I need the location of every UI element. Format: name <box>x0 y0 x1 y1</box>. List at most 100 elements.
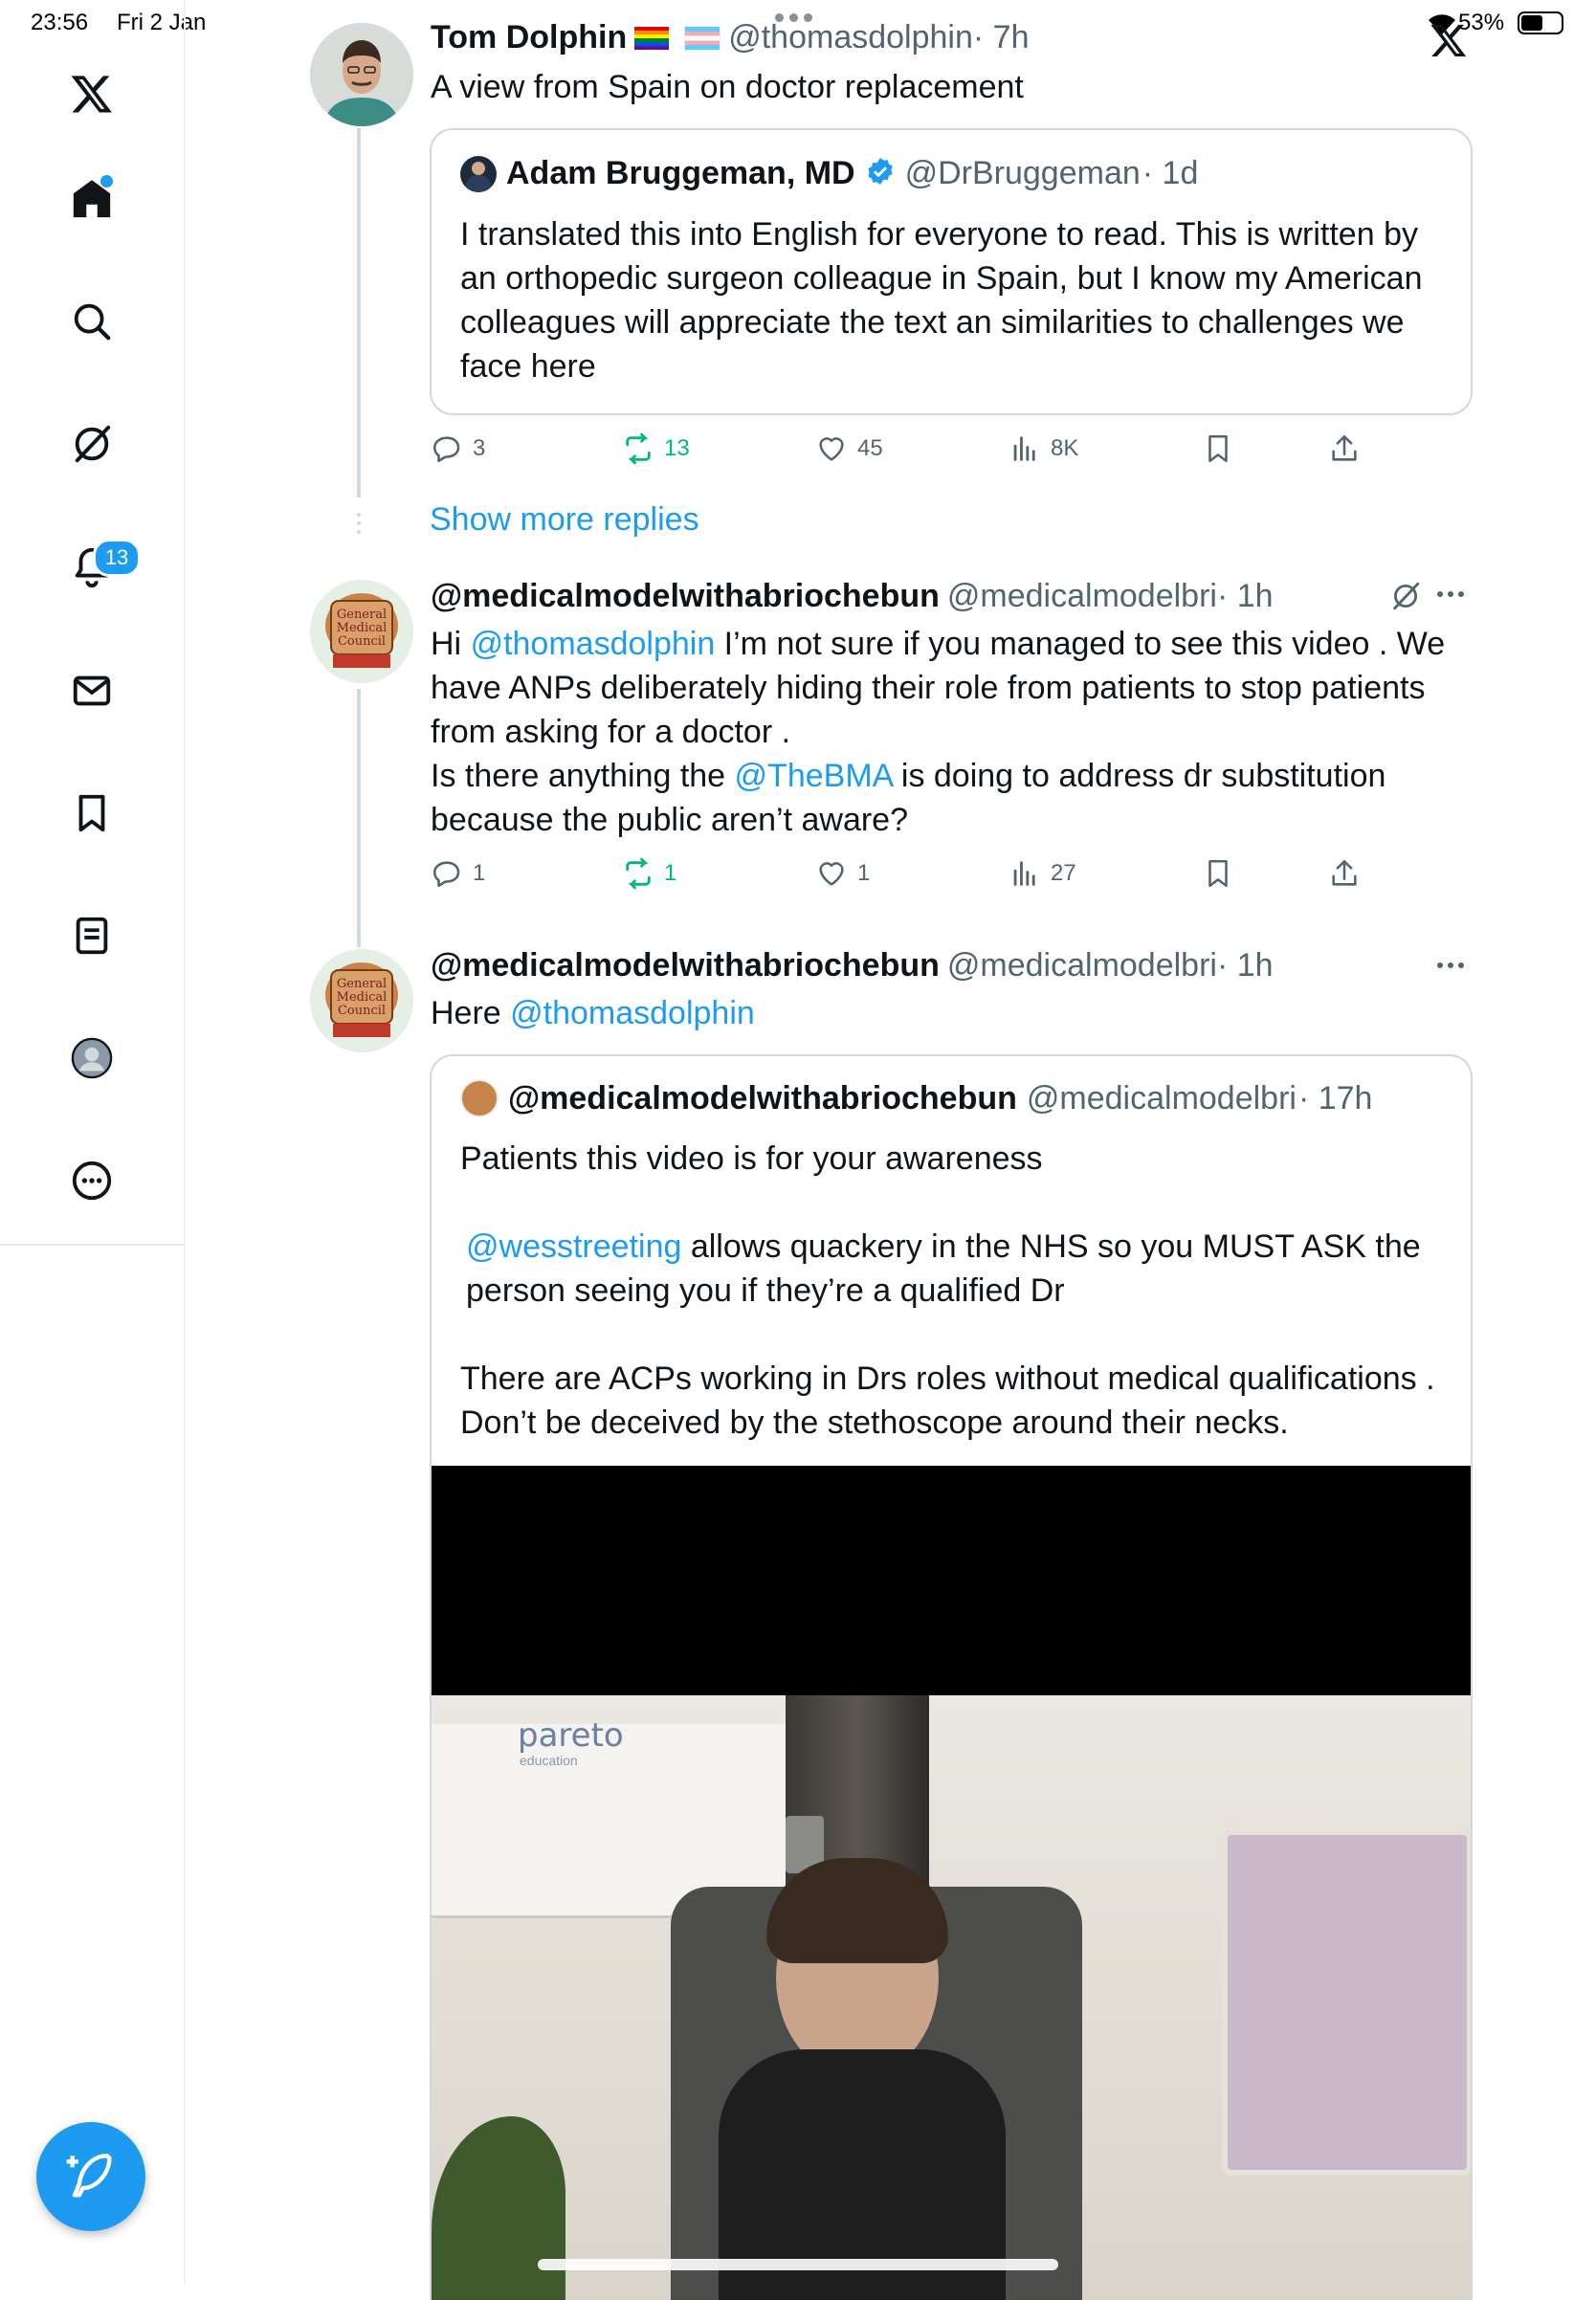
show-more-replies-link[interactable]: Show more replies <box>430 501 699 539</box>
notification-badge: 13 <box>93 539 141 577</box>
bookmarks-icon[interactable] <box>59 781 124 846</box>
home-indicator[interactable] <box>538 2259 1058 2270</box>
video-frame: pareto education <box>432 1695 1471 2300</box>
thread-line-dotted <box>357 513 361 534</box>
avatar[interactable] <box>310 23 413 126</box>
grok-explain-icon[interactable] <box>1389 580 1422 617</box>
retweet-icon <box>626 857 651 890</box>
mention-link[interactable]: @wesstreeting <box>466 1228 681 1265</box>
close-x-icon[interactable] <box>1430 21 1468 64</box>
retweet-icon <box>626 432 651 465</box>
svg-text:Medical: Medical <box>337 621 388 635</box>
views-icon <box>1013 436 1035 461</box>
quoted-author-name: Adam Bruggeman, MD <box>506 155 855 191</box>
quoted-tweet-time: · 1d <box>1142 155 1199 191</box>
heart-icon <box>819 437 844 461</box>
author-name[interactable]: Tom Dolphin <box>431 19 627 56</box>
tweet-text: A view from Spain on doctor replacement <box>431 69 1024 105</box>
wall-panel <box>1222 1829 1471 2176</box>
view-count: 8K <box>1051 435 1079 461</box>
views-button[interactable]: 27 <box>1009 857 1076 890</box>
retweet-button[interactable]: 1 <box>622 857 676 890</box>
reply-icon <box>432 436 460 463</box>
view-count: 27 <box>1051 860 1076 886</box>
svg-text:Medical: Medical <box>337 990 388 1005</box>
search-icon[interactable] <box>59 289 124 354</box>
mention-link[interactable]: @TheBMA <box>735 758 893 794</box>
compose-icon <box>66 2154 112 2198</box>
quoted-tweet-text: I translated this into English for every… <box>460 216 1423 385</box>
reply-button[interactable]: 1 <box>431 857 485 890</box>
profile-icon[interactable] <box>59 1026 124 1091</box>
retweet-count: 1 <box>664 860 677 886</box>
more-icon[interactable] <box>59 1148 124 1213</box>
compose-button[interactable] <box>36 2122 145 2231</box>
tweet-time[interactable]: · 1h <box>1217 947 1274 984</box>
grok-icon[interactable] <box>59 411 124 476</box>
plant <box>432 2116 565 2300</box>
share-icon <box>1332 859 1357 886</box>
quoted-avatar <box>460 1079 499 1117</box>
svg-text:General: General <box>337 977 387 991</box>
like-button[interactable]: 45 <box>815 432 883 465</box>
like-count: 1 <box>857 860 871 886</box>
svg-text:Council: Council <box>338 1004 386 1018</box>
author-name[interactable]: @medicalmodelwithabriochebun <box>431 578 940 615</box>
retweet-count: 13 <box>664 435 690 461</box>
views-icon <box>1013 861 1035 886</box>
tweet-time[interactable]: · 7h <box>973 19 1030 56</box>
messages-icon[interactable] <box>59 658 124 723</box>
tweet-text-part: Is there anything the <box>431 758 735 794</box>
tweet-text: Hi @thomasdolphin I’m not sure if you ma… <box>431 622 1474 842</box>
home-icon[interactable] <box>59 166 124 232</box>
more-options-icon[interactable] <box>1437 962 1464 968</box>
trans-flag-icon <box>684 25 721 51</box>
lists-icon[interactable] <box>59 903 124 968</box>
video-player[interactable]: pareto education <box>432 1466 1471 2300</box>
svg-text:Council: Council <box>338 634 386 649</box>
bookmark-button[interactable] <box>1202 432 1234 465</box>
reply-count: 1 <box>473 860 486 886</box>
tweet-text-part: Hi <box>431 626 471 662</box>
like-button[interactable]: 1 <box>815 857 870 890</box>
more-options-icon[interactable] <box>1437 591 1464 597</box>
author-name[interactable]: @medicalmodelwithabriochebun <box>431 947 940 984</box>
author-handle[interactable]: @medicalmodelbri <box>947 947 1217 984</box>
share-icon <box>1332 434 1357 461</box>
reply-button[interactable]: 3 <box>431 432 485 465</box>
tweet-text: Here @thomasdolphin <box>431 991 1474 1035</box>
quoted-avatar <box>460 155 497 192</box>
share-button[interactable] <box>1328 857 1361 890</box>
quoted-author-handle: @medicalmodelbri <box>1026 1079 1297 1117</box>
tweet-time[interactable]: · 1h <box>1217 578 1274 615</box>
reply-count: 3 <box>473 435 486 461</box>
retweet-button[interactable]: 13 <box>622 432 690 465</box>
quoted-author-handle: @DrBruggeman <box>904 155 1141 191</box>
reply-icon <box>432 861 460 888</box>
author-handle[interactable]: @thomasdolphin <box>728 19 973 56</box>
quoted-line: There are ACPs working in Drs roles with… <box>460 1360 1435 1441</box>
mention-link[interactable]: @thomasdolphin <box>471 626 716 662</box>
home-unread-dot <box>100 175 113 188</box>
svg-text:General: General <box>337 608 387 622</box>
quoted-author-name: @medicalmodelwithabriochebun <box>508 1079 1017 1117</box>
quoted-tweet[interactable]: @medicalmodelwithabriochebun @medicalmod… <box>430 1054 1473 2300</box>
thread-line <box>357 689 361 947</box>
thread-line <box>357 128 361 498</box>
avatar[interactable]: General Medical Council <box>310 580 413 683</box>
bookmark-button[interactable] <box>1202 857 1234 890</box>
x-logo-icon[interactable] <box>59 61 124 126</box>
quoted-tweet[interactable]: Adam Bruggeman, MD @DrBruggeman · 1d I t… <box>430 128 1473 415</box>
views-button[interactable]: 8K <box>1009 432 1078 465</box>
battery-icon <box>1518 11 1563 34</box>
quoted-tweet-text: Patients this video is for your awarenes… <box>460 1137 1455 1445</box>
mention-link[interactable]: @thomasdolphin <box>510 995 755 1031</box>
author-handle[interactable]: @medicalmodelbri <box>947 578 1217 615</box>
share-button[interactable] <box>1328 432 1361 465</box>
verified-badge-icon <box>865 156 896 191</box>
rainbow-flag-icon <box>634 26 670 50</box>
heart-icon <box>819 862 844 886</box>
video-brand-sub: education <box>520 1753 578 1768</box>
bookmark-icon <box>1208 859 1228 888</box>
avatar[interactable]: General Medical Council <box>310 949 413 1052</box>
